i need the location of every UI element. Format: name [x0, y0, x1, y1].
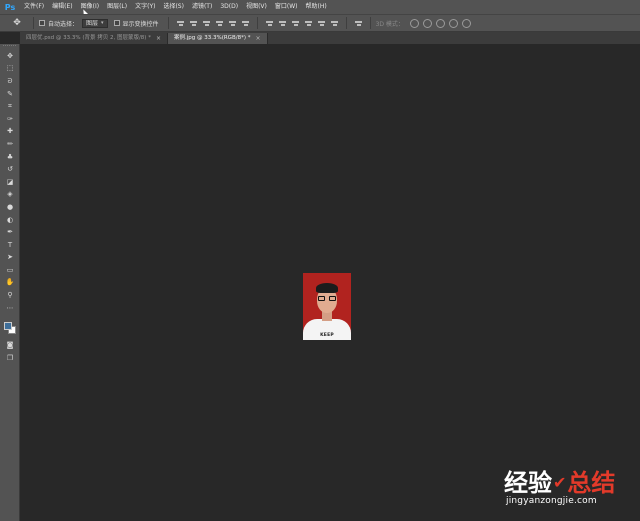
panel-grip[interactable]: [3, 45, 16, 48]
id-photo-image[interactable]: KEEP: [303, 273, 351, 340]
distribute-left-icon[interactable]: [304, 19, 313, 28]
drag-3d-icon[interactable]: [435, 18, 445, 28]
rotate-3d-icon[interactable]: [409, 18, 419, 28]
auto-select-label: 自动选择：: [48, 20, 79, 28]
eyedropper-tool-icon[interactable]: ✑: [0, 113, 20, 126]
tab-document-2[interactable]: 案例.jpg @ 33.3%(RGB/8*) * ×: [167, 33, 268, 44]
align-hcenter-icon[interactable]: [228, 19, 237, 28]
marquee-tool-icon[interactable]: ⬚: [0, 63, 20, 76]
align-bottom-icon[interactable]: [202, 19, 211, 28]
menu-filter[interactable]: 滤镜(T): [188, 0, 216, 14]
type-tool-icon[interactable]: T: [0, 239, 20, 252]
menu-file[interactable]: 文件(F): [20, 0, 48, 14]
quick-select-tool-icon[interactable]: ✎: [0, 88, 20, 101]
checkmark-icon: ✔: [553, 473, 567, 492]
menu-layer[interactable]: 图层(L): [103, 0, 131, 14]
show-transform-label: 显示变换控件: [122, 20, 159, 28]
divider: [369, 17, 371, 29]
menu-help[interactable]: 帮助(H): [302, 0, 331, 14]
crop-tool-icon[interactable]: ⌗: [0, 100, 20, 113]
auto-select-dropdown[interactable]: 图层 ▾: [82, 18, 108, 28]
auto-select-value: 图层: [86, 19, 99, 27]
distribute-top-icon[interactable]: [265, 19, 274, 28]
menu-type[interactable]: 文字(Y): [131, 0, 159, 14]
tab-document-1[interactable]: 四层优.psd @ 33.3% (背景 拷贝 2, 图层蒙版/8) * ×: [20, 33, 168, 44]
blur-tool-icon[interactable]: ●: [0, 201, 20, 214]
options-bar: ✥ 自动选择： 图层 ▾ 显示变换控件 3D 模式：: [0, 14, 640, 32]
color-swatches: [0, 319, 20, 339]
chevron-down-icon: ▾: [101, 19, 104, 26]
screen-mode-icon[interactable]: ❐: [0, 352, 20, 365]
site-watermark: 经验 ✔ 总结 jingyanzongjie.com: [504, 470, 632, 516]
foreground-color-swatch[interactable]: [4, 322, 12, 331]
watermark-text-1: 经验: [504, 469, 552, 497]
auto-align-icon[interactable]: [354, 19, 363, 28]
divider: [167, 17, 169, 29]
brush-tool-icon[interactable]: ✏: [0, 138, 20, 151]
quick-mask-icon[interactable]: ◙: [0, 339, 20, 352]
move-tool-icon[interactable]: ✥: [0, 50, 20, 63]
roll-3d-icon[interactable]: [422, 18, 432, 28]
align-right-icon[interactable]: [241, 19, 250, 28]
align-top-icon[interactable]: [176, 19, 185, 28]
dodge-tool-icon[interactable]: ◐: [0, 214, 20, 227]
zoom-tool-icon[interactable]: ⚲: [0, 289, 20, 302]
tab-label: 案例.jpg @ 33.3%(RGB/8*) *: [173, 35, 251, 41]
hand-tool-icon[interactable]: ✋: [0, 277, 20, 290]
distribute-hcenter-icon[interactable]: [317, 19, 326, 28]
menu-select[interactable]: 选择(S): [159, 0, 188, 14]
tab-label: 四层优.psd @ 33.3% (背景 拷贝 2, 图层蒙版/8) *: [26, 35, 151, 41]
photo-glasses: [318, 296, 336, 301]
align-left-icon[interactable]: [215, 19, 224, 28]
distribute-vcenter-icon[interactable]: [278, 19, 287, 28]
divider: [345, 17, 347, 29]
watermark-url: jingyanzongjie.com: [506, 496, 597, 506]
watermark-chinese: 经验 ✔ 总结: [504, 470, 632, 496]
photo-hair: [316, 283, 338, 293]
clone-stamp-tool-icon[interactable]: ♣: [0, 151, 20, 164]
close-icon[interactable]: ×: [156, 33, 161, 44]
shape-tool-icon[interactable]: ▭: [0, 264, 20, 277]
pen-tool-icon[interactable]: ✒: [0, 226, 20, 239]
scale-3d-icon[interactable]: [461, 18, 471, 28]
menu-view[interactable]: 视图(V): [242, 0, 271, 14]
gradient-tool-icon[interactable]: ◈: [0, 189, 20, 202]
close-icon[interactable]: ×: [255, 33, 260, 44]
menu-bar: Ps 文件(F) 编辑(E) 图像(I) 图层(L) 文字(Y) 选择(S) 滤…: [0, 0, 640, 14]
menu-edit[interactable]: 编辑(E): [48, 0, 76, 14]
distribute-bottom-icon[interactable]: [291, 19, 300, 28]
divider: [33, 17, 34, 29]
document-tab-bar: 四层优.psd @ 33.3% (背景 拷贝 2, 图层蒙版/8) * × 案例…: [20, 32, 640, 44]
eraser-tool-icon[interactable]: ◪: [0, 176, 20, 189]
slide-3d-icon[interactable]: [448, 18, 458, 28]
divider: [256, 17, 258, 29]
shirt-print-text: KEEP: [320, 333, 334, 338]
more-tools-icon[interactable]: ⋯: [0, 302, 20, 315]
menu-3d[interactable]: 3D(D): [216, 0, 242, 14]
photoshop-logo: Ps: [4, 2, 16, 12]
tools-panel: ✥ ⬚ ᘐ ✎ ⌗ ✑ ✚ ✏ ♣ ↺ ◪ ◈ ● ◐ ✒ T ➤ ▭ ✋ ⚲ ⋯ ◙ ❐: [0, 44, 20, 521]
mode-3d-label: 3D 模式：: [375, 20, 404, 28]
path-select-tool-icon[interactable]: ➤: [0, 252, 20, 265]
move-tool-preset-icon[interactable]: ✥: [6, 17, 28, 29]
healing-brush-tool-icon[interactable]: ✚: [0, 126, 20, 139]
distribute-right-icon[interactable]: [330, 19, 339, 28]
watermark-text-2: 总结: [567, 469, 616, 497]
menu-window[interactable]: 窗口(W): [271, 0, 302, 14]
lasso-tool-icon[interactable]: ᘐ: [0, 75, 20, 88]
show-transform-checkbox[interactable]: [113, 20, 120, 26]
auto-select-checkbox[interactable]: [39, 20, 45, 26]
history-brush-tool-icon[interactable]: ↺: [0, 163, 20, 176]
align-vcenter-icon[interactable]: [189, 19, 198, 28]
